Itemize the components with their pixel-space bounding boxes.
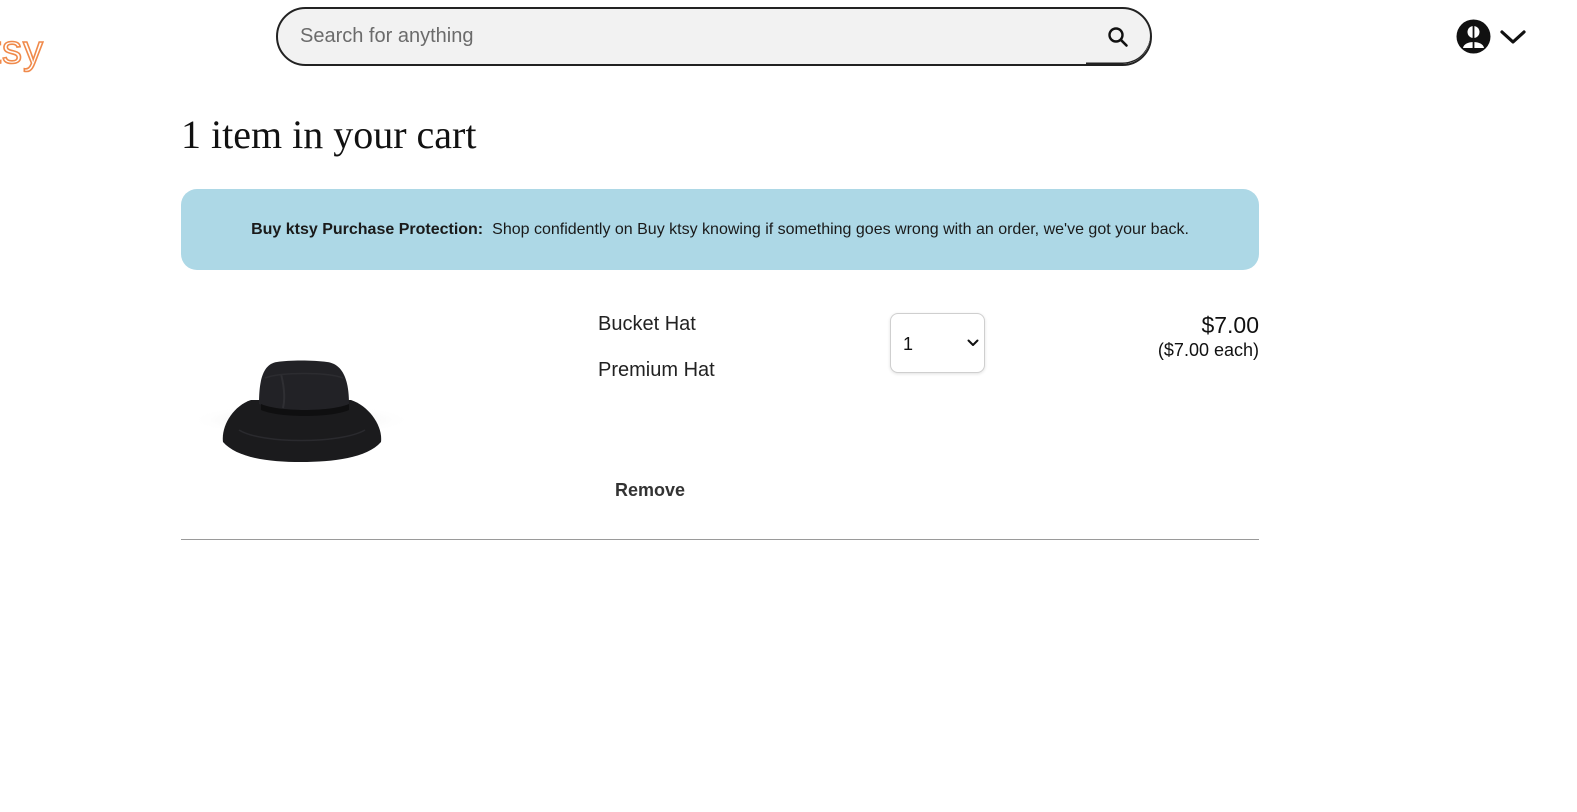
page-title: 1 item in your cart	[181, 112, 477, 157]
logo-text: Buy ktsy	[0, 27, 44, 73]
item-total-price: $7.00	[1201, 312, 1259, 338]
product-name[interactable]: Bucket Hat	[598, 312, 696, 336]
divider	[181, 539, 1259, 540]
chevron-down-icon	[967, 339, 979, 346]
purchase-protection-banner: Buy ktsy Purchase Protection: Shop confi…	[181, 189, 1259, 270]
account-menu[interactable]	[1456, 19, 1527, 54]
item-unit-price: ($7.00 each)	[1157, 340, 1259, 360]
banner-heading: Buy ktsy Purchase Protection:	[251, 220, 484, 238]
site-logo[interactable]: Buy ktsy	[0, 26, 44, 74]
search-icon	[1108, 26, 1128, 47]
search-input[interactable]	[300, 9, 1080, 64]
user-avatar-icon	[1456, 19, 1491, 54]
product-variant: Premium Hat	[598, 359, 715, 381]
chevron-down-icon	[1500, 29, 1526, 44]
search-button[interactable]	[1086, 9, 1150, 64]
quantity-select[interactable]: 1	[890, 313, 985, 373]
quantity-value: 1	[903, 334, 914, 354]
remove-item-button[interactable]: Remove	[615, 479, 685, 501]
product-image[interactable]	[181, 330, 421, 470]
bucket-hat-image	[189, 360, 413, 462]
search-bar	[276, 7, 1152, 66]
banner-text: Shop confidently on Buy ktsy knowing if …	[492, 220, 1189, 238]
cart-page: Buy ktsy 1 item in your cart Buy ktsy Pu…	[0, 0, 1577, 812]
